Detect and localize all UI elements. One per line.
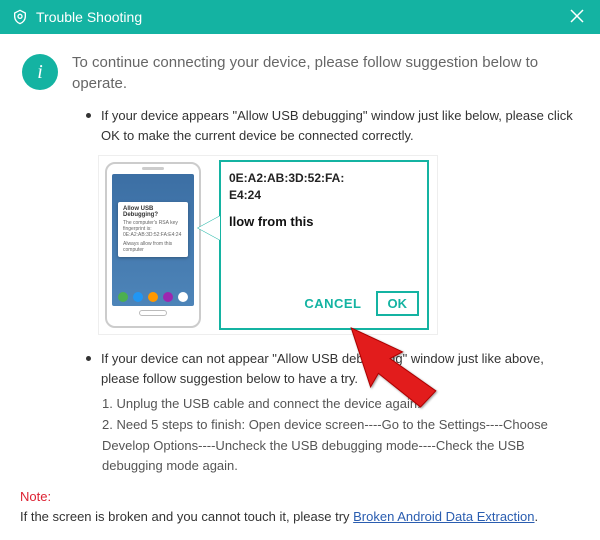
note-text-before: If the screen is broken and you cannot t… <box>20 509 353 524</box>
title-bar: Trouble Shooting <box>0 0 600 34</box>
note-block: Note: If the screen is broken and you ca… <box>20 487 580 526</box>
content-area: i To continue connecting your device, pl… <box>0 34 600 487</box>
shield-icon <box>12 9 28 25</box>
bullet-dot <box>86 356 91 361</box>
info-icon: i <box>22 54 58 90</box>
cancel-button[interactable]: CANCEL <box>304 296 361 311</box>
phone-dock <box>112 288 194 306</box>
title-text: Trouble Shooting <box>36 9 142 25</box>
allow-text: llow from this <box>229 214 419 229</box>
intro-text: To continue connecting your device, plea… <box>72 52 578 94</box>
close-button[interactable] <box>566 5 588 30</box>
mac-line-1: 0E:A2:AB:3D:52:FA: <box>229 170 419 187</box>
ok-button[interactable]: OK <box>376 291 420 316</box>
step-1: 1. Unplug the USB cable and connect the … <box>102 394 578 415</box>
bullet-2: If your device can not appear "Allow USB… <box>86 349 578 388</box>
phone-mockup: Allow USB Debugging? The computer's RSA … <box>105 162 201 328</box>
bullet-1-text: If your device appears "Allow USB debugg… <box>101 106 578 145</box>
note-label: Note: <box>20 489 51 504</box>
phone-dialog-title: Allow USB Debugging? <box>123 206 183 218</box>
usb-dialog-panel: 0E:A2:AB:3D:52:FA: E4:24 llow from this … <box>219 160 429 330</box>
step-2: 2. Need 5 steps to finish: Open device s… <box>102 415 578 477</box>
bullet-dot <box>86 113 91 118</box>
note-text-after: . <box>535 509 539 524</box>
speech-callout <box>198 216 220 240</box>
illustration: Allow USB Debugging? The computer's RSA … <box>98 155 438 335</box>
mac-line-2: E4:24 <box>229 187 419 204</box>
phone-home-button <box>139 310 167 316</box>
phone-dialog: Allow USB Debugging? The computer's RSA … <box>118 202 188 257</box>
bullet-2-text: If your device can not appear "Allow USB… <box>101 349 578 388</box>
steps-list: 1. Unplug the USB cable and connect the … <box>102 394 578 477</box>
bullet-1: If your device appears "Allow USB debugg… <box>86 106 578 145</box>
close-icon <box>570 9 584 23</box>
broken-android-link[interactable]: Broken Android Data Extraction <box>353 509 534 524</box>
